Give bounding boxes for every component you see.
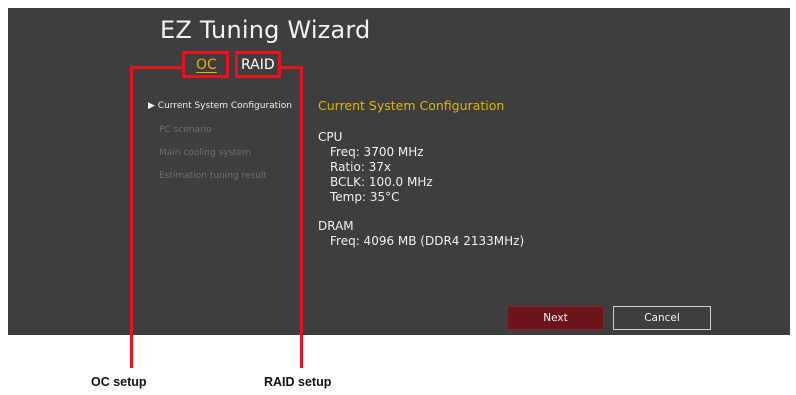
cpu-bclk: BCLK: 100.0 MHz (330, 175, 433, 189)
oc-callout-line-vertical (130, 66, 133, 368)
oc-callout-line-horizontal (130, 66, 182, 69)
cpu-temp: Temp: 35°C (330, 190, 400, 204)
cpu-ratio: Ratio: 37x (330, 160, 392, 174)
cpu-freq: Freq: 3700 MHz (330, 145, 424, 159)
raid-tab-highlight-box (235, 51, 281, 78)
next-button[interactable]: Next (507, 306, 604, 330)
ez-tuning-wizard-window (8, 8, 790, 335)
cpu-heading: CPU (318, 130, 343, 144)
step-estimation-tuning-result[interactable]: Estimation tuning result (159, 171, 267, 181)
oc-tab-highlight-box (182, 51, 229, 78)
step-current-system-configuration[interactable]: ▶ Current System Configuration (148, 101, 292, 111)
section-title: Current System Configuration (318, 98, 505, 113)
dram-freq: Freq: 4096 MB (DDR4 2133MHz) (330, 234, 525, 248)
dram-heading: DRAM (318, 219, 354, 233)
step-main-cooling-system[interactable]: Main cooling system (159, 148, 251, 158)
triangle-right-icon: ▶ (148, 101, 155, 111)
step-label: Current System Configuration (157, 101, 292, 111)
cancel-button[interactable]: Cancel (613, 306, 711, 330)
oc-setup-callout-label: OC setup (91, 375, 147, 389)
raid-callout-line-vertical (300, 66, 303, 368)
window-title: EZ Tuning Wizard (160, 16, 371, 44)
step-pc-scenario[interactable]: PC scenario (159, 125, 212, 135)
raid-setup-callout-label: RAID setup (264, 375, 332, 389)
